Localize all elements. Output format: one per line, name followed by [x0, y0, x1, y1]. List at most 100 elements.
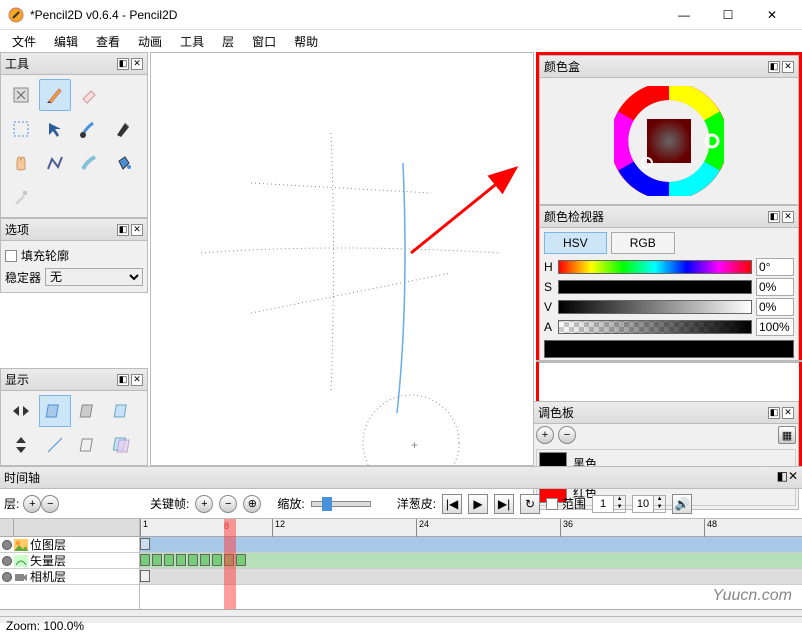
palette-header[interactable]: 调色板 ◧ ✕	[534, 402, 798, 424]
keyframe-cell[interactable]	[152, 554, 162, 566]
clear-tool[interactable]	[5, 79, 37, 111]
duplicate-keyframe-button[interactable]: ⊕	[243, 495, 261, 513]
minimize-button[interactable]: —	[662, 1, 706, 29]
tab-hsv[interactable]: HSV	[544, 232, 607, 254]
undock-icon[interactable]: ◧	[117, 374, 129, 386]
menu-layer[interactable]: 层	[214, 31, 242, 52]
loop-button[interactable]: ↻	[520, 494, 540, 514]
play-first-button[interactable]: |◀	[442, 494, 462, 514]
pen-tool[interactable]	[107, 113, 139, 145]
range-start-input[interactable]: ▲▼	[592, 495, 626, 513]
val-slider[interactable]	[558, 300, 752, 314]
thin-lines-button[interactable]	[39, 429, 71, 461]
close-panel-icon[interactable]: ✕	[782, 407, 794, 419]
close-panel-icon[interactable]: ✕	[782, 211, 794, 223]
onion-blue-button[interactable]	[107, 395, 139, 427]
onion-next-button[interactable]	[73, 395, 105, 427]
remove-layer-button[interactable]: −	[41, 495, 59, 513]
onion-prev-button[interactable]	[39, 395, 71, 427]
tools-header[interactable]: 工具 ◧ ✕	[1, 53, 147, 75]
smudge-tool[interactable]	[73, 147, 105, 179]
remove-color-button[interactable]: −	[558, 426, 576, 444]
menu-window[interactable]: 窗口	[244, 31, 284, 52]
sat-value[interactable]: 0%	[756, 278, 794, 296]
playhead[interactable]	[224, 519, 236, 609]
eyedropper-tool[interactable]	[5, 181, 37, 213]
polyline-tool[interactable]	[39, 147, 71, 179]
visibility-icon[interactable]	[2, 572, 12, 582]
close-panel-icon[interactable]: ✕	[131, 224, 143, 236]
layer-row-bitmap[interactable]: 位图层	[0, 537, 139, 553]
color-wheel[interactable]	[540, 78, 798, 204]
eraser-tool[interactable]	[73, 79, 105, 111]
display-header[interactable]: 显示 ◧ ✕	[1, 369, 147, 391]
fill-contour-checkbox[interactable]: 填充轮廓	[5, 245, 143, 266]
visibility-icon[interactable]	[2, 556, 12, 566]
keyframe-cell[interactable]	[176, 554, 186, 566]
add-color-button[interactable]: +	[536, 426, 554, 444]
select-tool[interactable]	[5, 113, 37, 145]
timeline-header[interactable]: 时间轴 ◧ ✕	[0, 467, 802, 489]
add-keyframe-button[interactable]: +	[195, 495, 213, 513]
keyframe-cell[interactable]	[140, 538, 150, 550]
hue-slider[interactable]	[558, 260, 752, 274]
move-tool[interactable]	[39, 113, 71, 145]
layer-row-camera[interactable]: 相机层	[0, 569, 139, 585]
keyframe-cell[interactable]	[140, 570, 150, 582]
canvas[interactable]: +	[150, 52, 534, 466]
track-column[interactable]: 1 12 24 36 48 8	[140, 519, 802, 609]
keyframe-cell[interactable]	[212, 554, 222, 566]
undock-icon[interactable]: ◧	[768, 211, 780, 223]
timeline-zoom-slider[interactable]	[311, 501, 371, 507]
undock-icon[interactable]: ◧	[117, 224, 129, 236]
layer-row-vector[interactable]: 矢量层	[0, 553, 139, 569]
mirror-v-button[interactable]	[5, 429, 37, 461]
maximize-button[interactable]: ☐	[706, 1, 750, 29]
palette-menu-button[interactable]: ▦	[778, 426, 796, 444]
mirror-h-button[interactable]	[5, 395, 37, 427]
undock-icon[interactable]: ◧	[768, 61, 780, 73]
close-panel-icon[interactable]: ✕	[782, 61, 794, 73]
hand-tool[interactable]	[5, 147, 37, 179]
play-button[interactable]: ▶	[468, 494, 488, 514]
alpha-slider[interactable]	[558, 320, 752, 334]
val-value[interactable]: 0%	[756, 298, 794, 316]
menu-view[interactable]: 查看	[88, 31, 128, 52]
keyframe-cell[interactable]	[200, 554, 210, 566]
add-layer-button[interactable]: +	[23, 495, 41, 513]
menu-tools[interactable]: 工具	[172, 31, 212, 52]
keyframe-cell[interactable]	[164, 554, 174, 566]
hue-value[interactable]: 0°	[756, 258, 794, 276]
pencil-tool[interactable]	[39, 79, 71, 111]
keyframe-cell[interactable]	[188, 554, 198, 566]
menu-edit[interactable]: 编辑	[46, 31, 86, 52]
outlines-button[interactable]	[73, 429, 105, 461]
undock-icon[interactable]: ◧	[117, 58, 129, 70]
brush-tool[interactable]	[73, 113, 105, 145]
sat-slider[interactable]	[558, 280, 752, 294]
undock-icon[interactable]: ◧	[768, 407, 780, 419]
keyframe-cell[interactable]	[140, 554, 150, 566]
menu-help[interactable]: 帮助	[286, 31, 326, 52]
overlay-button[interactable]	[107, 429, 139, 461]
undock-icon[interactable]: ◧	[777, 469, 788, 486]
inspector-header[interactable]: 颜色检视器 ◧ ✕	[540, 206, 798, 228]
keyframe-cell[interactable]	[236, 554, 246, 566]
close-panel-icon[interactable]: ✕	[788, 469, 798, 486]
track-vector[interactable]	[140, 553, 802, 569]
colorbox-header[interactable]: 颜色盒 ◧ ✕	[540, 56, 798, 78]
close-button[interactable]: ✕	[750, 1, 794, 29]
range-end-input[interactable]: ▲▼	[632, 495, 666, 513]
options-header[interactable]: 选项 ◧ ✕	[1, 219, 147, 241]
track-camera[interactable]	[140, 569, 802, 585]
menu-animation[interactable]: 动画	[130, 31, 170, 52]
visibility-icon[interactable]	[2, 540, 12, 550]
stabilizer-select[interactable]: 无	[45, 268, 143, 286]
play-last-button[interactable]: ▶|	[494, 494, 514, 514]
track-bitmap[interactable]	[140, 537, 802, 553]
close-panel-icon[interactable]: ✕	[131, 374, 143, 386]
timeline-ruler[interactable]: 1 12 24 36 48 8	[140, 519, 802, 537]
menu-file[interactable]: 文件	[4, 31, 44, 52]
sound-button[interactable]: 🔊	[672, 494, 692, 514]
bucket-tool[interactable]	[107, 147, 139, 179]
